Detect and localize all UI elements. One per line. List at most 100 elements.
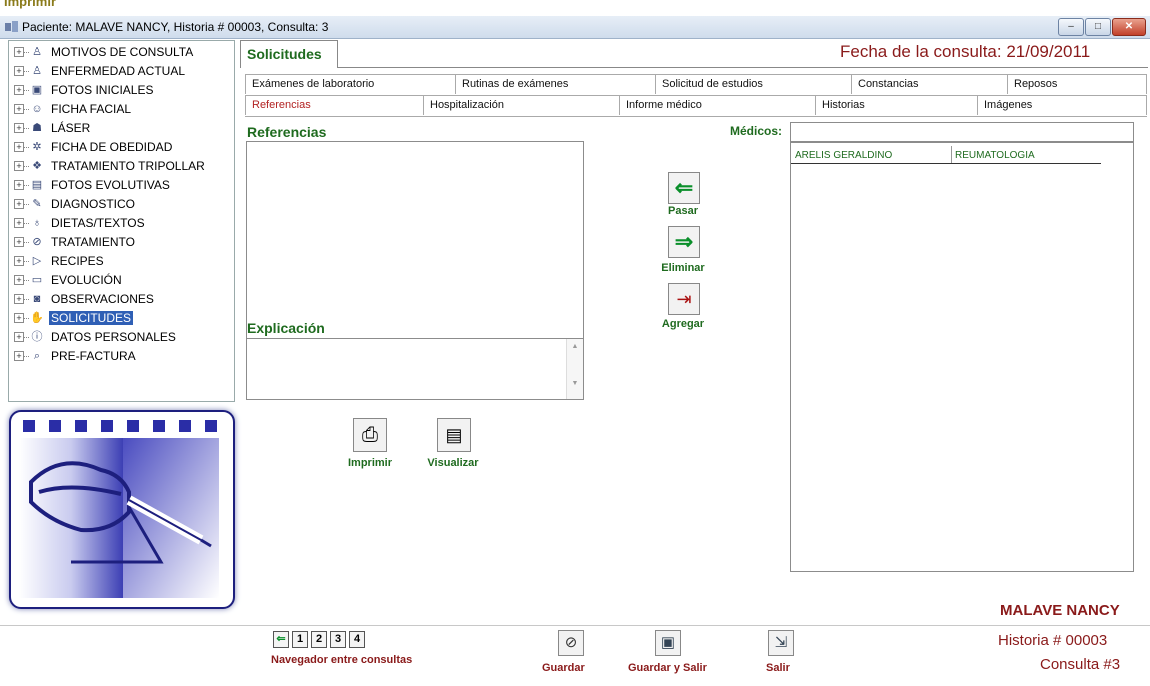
- tab-rutinas-examenes[interactable]: Rutinas de exámenes: [455, 74, 655, 94]
- tree-connector: [23, 280, 29, 281]
- explicacion-scrollbar[interactable]: ▲ ▼: [566, 339, 583, 399]
- tree-connector: [23, 242, 29, 243]
- tree-item-observaciones[interactable]: + ◙ OBSERVACIONES: [9, 290, 234, 309]
- tree-item-label: FICHA DE OBEDIDAD: [51, 140, 173, 154]
- tree-item-pre-factura[interactable]: + ⌕ PRE-FACTURA: [9, 347, 234, 366]
- historia-number: Historia # 00003: [998, 632, 1108, 649]
- printer-icon: ⎙: [362, 424, 378, 446]
- navigator-page-3[interactable]: 3: [330, 631, 346, 648]
- scroll-up-icon[interactable]: ▲: [567, 343, 583, 350]
- list-item[interactable]: ARELIS GERALDINO REUMATOLOGIA: [791, 145, 1101, 164]
- tree-item-fotos-evolutivas[interactable]: + ▤ FOTOS EVOLUTIVAS: [9, 176, 234, 195]
- tab-solicitud-estudios[interactable]: Solicitud de estudios: [655, 74, 851, 94]
- patient-name: MALAVE NANCY: [1000, 602, 1120, 619]
- arrow-left-icon: ⇐: [674, 175, 694, 200]
- tree-item-motivos-de-consulta[interactable]: + ♙ MOTIVOS DE CONSULTA: [9, 43, 234, 62]
- tab-referencias[interactable]: Referencias: [245, 95, 423, 115]
- tree-item-recipes[interactable]: + ▷ RECIPES: [9, 252, 234, 271]
- save-disk-icon: ▣: [660, 634, 676, 651]
- explicacion-textarea[interactable]: ▲ ▼: [246, 338, 584, 400]
- tree-item-tratamiento[interactable]: + ⊘ TRATAMIENTO: [9, 233, 234, 252]
- top-print-label: Imprimir: [4, 0, 57, 9]
- scroll-down-icon[interactable]: ▼: [567, 380, 583, 387]
- check-circle-icon: ⊘: [564, 634, 578, 651]
- tree-connector: [23, 147, 29, 148]
- tree-connector: [23, 356, 29, 357]
- tab-reposos[interactable]: Reposos: [1007, 74, 1147, 94]
- tree-connector: [23, 223, 29, 224]
- eliminar-button[interactable]: ⇒: [668, 226, 700, 258]
- maximize-button[interactable]: □: [1085, 18, 1111, 36]
- referencias-textarea[interactable]: [246, 141, 584, 345]
- consultation-date: Fecha de la consulta: 21/09/2011: [840, 42, 1091, 61]
- tab-examenes-laboratorio[interactable]: Exámenes de laboratorio: [245, 74, 455, 94]
- navigation-tree[interactable]: + ♙ MOTIVOS DE CONSULTA + ♙ ENFERMEDAD ACTUAL…: [8, 40, 235, 402]
- tree-item-label: LÁSER: [51, 121, 91, 135]
- tree-item-fotos-iniciales[interactable]: + ▣ FOTOS INICIALES: [9, 81, 234, 100]
- tree-item-diagnostico[interactable]: + ✎ DIAGNOSTICO: [9, 195, 234, 214]
- navigator-page-2[interactable]: 2: [311, 631, 327, 648]
- person-icon: ♙: [32, 65, 42, 77]
- guardar-label: Guardar: [542, 662, 585, 674]
- photo-icon: ▣: [31, 84, 43, 96]
- agregar-label: Agregar: [661, 318, 705, 330]
- tree-item-label: FOTOS INICIALES: [51, 83, 154, 97]
- tree-connector: [23, 204, 29, 205]
- hand-icon: ✋: [30, 312, 44, 324]
- tree-item-láser[interactable]: + ☗ LÁSER: [9, 119, 234, 138]
- arrow-left-icon: ⇐: [276, 633, 286, 645]
- tree-item-label: FOTOS EVOLUTIVAS: [51, 178, 170, 192]
- document-icon: ▷: [32, 255, 42, 267]
- close-button[interactable]: ✕: [1112, 18, 1146, 36]
- exit-icon: ⇲: [774, 634, 788, 651]
- consulta-number: Consulta #3: [1040, 656, 1121, 673]
- tree-item-solicitudes[interactable]: + ✋ SOLICITUDES: [9, 309, 234, 328]
- tree-item-tratamiento-tripollar[interactable]: + ❖ TRATAMIENTO TRIPOLLAR: [9, 157, 234, 176]
- visualizar-button[interactable]: ▤: [437, 418, 471, 452]
- navigator-page-4[interactable]: 4: [349, 631, 365, 648]
- doctor-list[interactable]: ARELIS GERALDINO REUMATOLOGIA: [790, 142, 1134, 572]
- salir-button[interactable]: ⇲: [768, 630, 794, 656]
- medicos-input[interactable]: [790, 122, 1134, 142]
- agregar-button[interactable]: ⇥: [668, 283, 700, 315]
- gear-icon: ✲: [32, 141, 42, 153]
- imprimir-label: Imprimir: [347, 457, 392, 469]
- imprimir-button[interactable]: ⎙: [353, 418, 387, 452]
- tree-item-dietas-textos[interactable]: + ♁ DIETAS/TEXTOS: [9, 214, 234, 233]
- tab-constancias[interactable]: Constancias: [851, 74, 1007, 94]
- tree-connector: [23, 337, 29, 338]
- tab-hospitalizacion[interactable]: Hospitalización: [423, 95, 619, 115]
- navigator-page-1[interactable]: 1: [292, 631, 308, 648]
- doctor-name: ARELIS GERALDINO: [795, 150, 893, 161]
- guardar-button[interactable]: ⊘: [558, 630, 584, 656]
- main-tab-divider: [338, 67, 1148, 68]
- subtab-bottom-line: [245, 116, 1147, 117]
- minimize-button[interactable]: –: [1058, 18, 1084, 36]
- tree-item-datos-personales[interactable]: + ⓘ DATOS PERSONALES: [9, 328, 234, 347]
- apple-icon: ♁: [32, 217, 42, 229]
- pasar-button[interactable]: ⇐: [668, 172, 700, 204]
- explicacion-label: Explicación: [247, 320, 325, 336]
- tree-item-enfermedad-actual[interactable]: + ♙ ENFERMEDAD ACTUAL: [9, 62, 234, 81]
- window-title: Paciente: MALAVE NANCY, Historia # 00003…: [22, 20, 329, 34]
- salir-label: Salir: [766, 662, 790, 674]
- check-circle-icon: ⊘: [32, 236, 42, 248]
- tree-item-label: DIETAS/TEXTOS: [51, 216, 145, 230]
- tree-connector: [23, 52, 29, 53]
- tab-solicitudes[interactable]: Solicitudes: [240, 40, 338, 68]
- tab-informe-medico[interactable]: Informe médico: [619, 95, 815, 115]
- person-icon: ♙: [32, 46, 42, 58]
- navigator-back-button[interactable]: ⇐: [273, 631, 289, 648]
- tab-historias[interactable]: Historias: [815, 95, 977, 115]
- document-preview-icon: ▤: [445, 425, 463, 445]
- guardar-salir-button[interactable]: ▣: [655, 630, 681, 656]
- tree-item-evolución[interactable]: + ▭ EVOLUCIÓN: [9, 271, 234, 290]
- pencil-icon: ✎: [32, 198, 42, 210]
- tab-imagenes[interactable]: Imágenes: [977, 95, 1147, 115]
- tree-item-ficha-de-obedidad[interactable]: + ✲ FICHA DE OBEDIDAD: [9, 138, 234, 157]
- tree-item-label: FICHA FACIAL: [51, 102, 132, 116]
- info-icon: ⓘ: [31, 331, 43, 343]
- tree-item-ficha-facial[interactable]: + ☺ FICHA FACIAL: [9, 100, 234, 119]
- face-icon: ☺: [31, 103, 43, 115]
- photo-icon: ▤: [31, 179, 43, 191]
